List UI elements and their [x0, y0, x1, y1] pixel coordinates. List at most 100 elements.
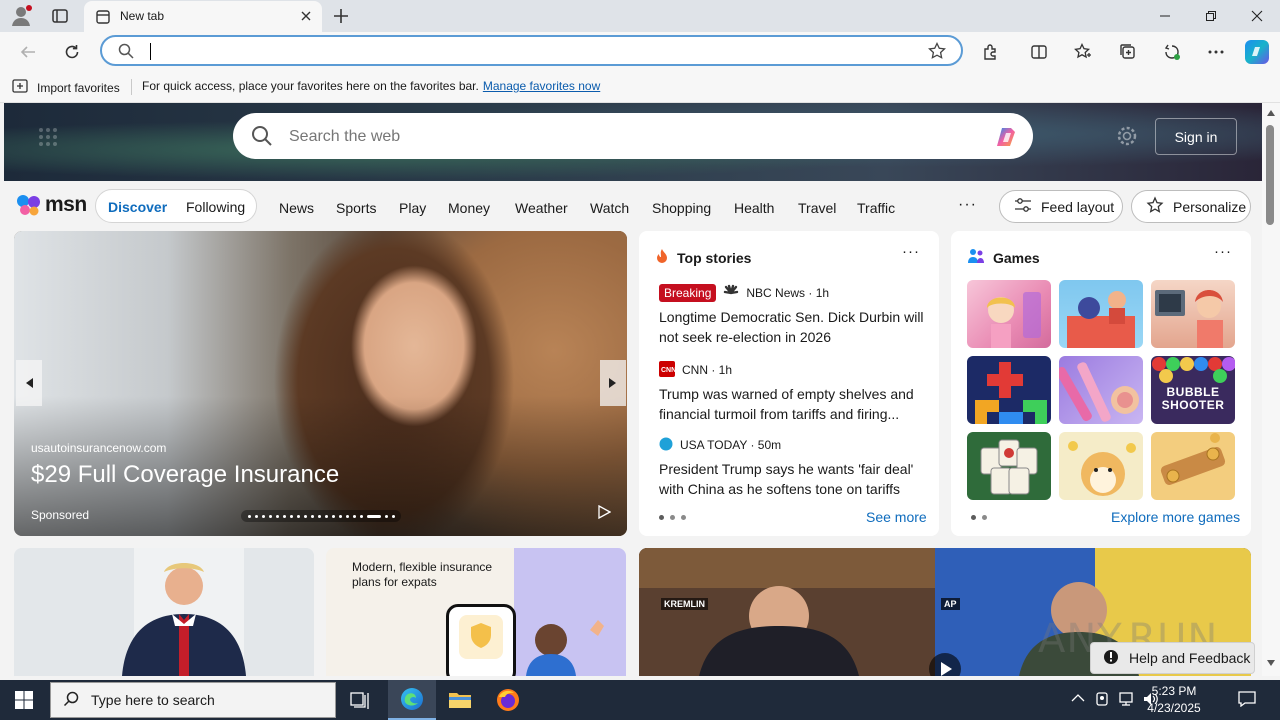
carousel-dot[interactable] [360, 514, 363, 518]
top-stories-pager[interactable] [659, 515, 686, 520]
carousel-dot[interactable] [385, 514, 388, 518]
browser-essentials-icon[interactable] [1158, 38, 1186, 66]
video-play-icon[interactable] [928, 652, 962, 676]
tab-actions-icon[interactable] [50, 6, 70, 26]
carousel-headline[interactable]: $29 Full Coverage Insurance [31, 461, 339, 489]
news-card-trump-image[interactable] [14, 548, 314, 676]
carousel-dot[interactable] [297, 514, 300, 518]
game-tile-doge[interactable] [1059, 432, 1143, 500]
game-tile-blocks[interactable] [967, 356, 1051, 424]
tab-discover[interactable]: Discover [108, 199, 167, 215]
web-search-box[interactable]: Search the web [233, 113, 1033, 159]
manage-favorites-link[interactable]: Manage favorites now [483, 79, 600, 93]
carousel-dot[interactable] [346, 514, 349, 518]
close-tab-icon[interactable] [298, 8, 314, 24]
carousel-pagination[interactable] [241, 510, 401, 522]
game-tile-hospital[interactable] [1151, 280, 1235, 348]
scroll-up-arrow-icon[interactable] [1266, 109, 1276, 117]
nav-more-button[interactable]: ··· [958, 196, 977, 214]
system-clock[interactable]: 5:23 PM 4/23/2025 [1138, 683, 1210, 717]
carousel-dot[interactable] [304, 514, 307, 518]
nav-item-shopping[interactable]: Shopping [652, 200, 711, 216]
close-window-button[interactable] [1234, 0, 1280, 32]
carousel-dot[interactable] [325, 514, 328, 518]
file-explorer-icon[interactable] [436, 680, 484, 720]
carousel-prev-button[interactable] [16, 360, 42, 406]
story-item[interactable]: Breaking NBC News · 1h Longtime Democrat… [659, 283, 929, 347]
story-headline[interactable]: Longtime Democratic Sen. Dick Durbin wil… [659, 307, 929, 347]
carousel-source[interactable]: usautoinsurancenow.com [31, 441, 166, 455]
tab-following[interactable]: Following [186, 199, 245, 215]
import-favorites-button[interactable]: Import favorites [12, 78, 120, 97]
game-tile-dressup[interactable] [967, 280, 1051, 348]
top-stories-more-button[interactable]: ··· [902, 243, 920, 260]
edge-taskbar-icon[interactable] [388, 680, 436, 720]
settings-menu-icon[interactable] [1202, 38, 1230, 66]
back-button[interactable] [14, 38, 42, 66]
story-headline[interactable]: President Trump says he wants 'fair deal… [659, 459, 929, 499]
meet-now-icon[interactable] [1096, 691, 1110, 710]
refresh-button[interactable] [58, 38, 86, 66]
carousel-dot[interactable] [367, 514, 381, 518]
restore-button[interactable] [1188, 0, 1234, 32]
feed-layout-button[interactable]: Feed layout [999, 190, 1123, 223]
carousel-dot[interactable] [269, 514, 272, 518]
ad-choices-icon[interactable] [597, 504, 612, 522]
profile-avatar-icon[interactable] [8, 3, 34, 29]
carousel-dot[interactable] [318, 514, 321, 518]
game-tile-bubble-shooter[interactable]: BUBBLE SHOOTER [1151, 356, 1235, 424]
start-button[interactable] [0, 680, 48, 720]
nav-item-money[interactable]: Money [448, 200, 490, 216]
explore-more-games-link[interactable]: Explore more games [1111, 509, 1240, 525]
favorite-star-icon[interactable] [928, 41, 946, 63]
extensions-icon[interactable] [977, 38, 1005, 66]
apps-grid-icon[interactable] [38, 127, 58, 147]
game-tile-wood-nuts[interactable] [1151, 432, 1235, 500]
carousel-dot[interactable] [339, 514, 342, 518]
personalize-button[interactable]: Personalize [1131, 190, 1251, 223]
split-screen-icon[interactable] [1025, 38, 1053, 66]
new-tab-button[interactable] [330, 5, 352, 27]
network-icon[interactable] [1118, 691, 1136, 710]
nav-item-watch[interactable]: Watch [590, 200, 629, 216]
carousel-dot[interactable] [248, 514, 251, 518]
copilot-search-icon[interactable] [991, 122, 1021, 152]
sign-in-button[interactable]: Sign in [1155, 118, 1237, 155]
show-hidden-icons-chevron-icon[interactable] [1071, 691, 1085, 706]
firefox-icon[interactable] [484, 680, 532, 720]
copilot-icon[interactable] [1243, 38, 1271, 66]
msn-logo[interactable]: msn [16, 193, 87, 217]
page-settings-gear-icon[interactable] [1116, 125, 1138, 147]
story-item[interactable]: CNN CNN · 1h Trump was warned of empty s… [659, 360, 929, 424]
carousel-dot[interactable] [332, 514, 335, 518]
address-bar[interactable] [100, 35, 963, 66]
carousel-next-button[interactable] [600, 360, 626, 406]
hero-carousel[interactable]: usautoinsurancenow.com $29 Full Coverage… [14, 231, 627, 536]
scroll-down-arrow-icon[interactable] [1266, 659, 1276, 667]
tab-new-tab[interactable]: New tab [84, 1, 322, 32]
nav-item-travel[interactable]: Travel [798, 200, 836, 216]
carousel-dot[interactable] [311, 514, 314, 518]
game-tile-mahjong[interactable] [967, 432, 1051, 500]
carousel-dot[interactable] [353, 514, 356, 518]
see-more-link[interactable]: See more [866, 509, 927, 525]
nav-item-play[interactable]: Play [399, 200, 426, 216]
carousel-dot[interactable] [392, 514, 395, 518]
carousel-dot[interactable] [290, 514, 293, 518]
carousel-dot[interactable] [255, 514, 258, 518]
nav-item-traffic[interactable]: Traffic [857, 200, 895, 216]
story-headline[interactable]: Trump was warned of empty shelves and fi… [659, 384, 929, 424]
carousel-dot[interactable] [262, 514, 265, 518]
carousel-dot[interactable] [276, 514, 279, 518]
ad-card-expat-insurance[interactable]: Modern, flexible insurance plans for exp… [326, 548, 626, 676]
game-tile-cafe[interactable] [1059, 280, 1143, 348]
game-tile-makeup[interactable] [1059, 356, 1143, 424]
page-scrollbar[interactable] [1262, 103, 1280, 676]
scrollbar-thumb[interactable] [1266, 125, 1274, 225]
help-feedback-button[interactable]: Help and Feedback [1090, 642, 1255, 674]
taskbar-search-box[interactable]: Type here to search [50, 682, 336, 718]
nav-item-news[interactable]: News [279, 200, 314, 216]
minimize-button[interactable] [1142, 0, 1188, 32]
games-more-button[interactable]: ··· [1214, 243, 1232, 260]
collections-icon[interactable] [1114, 38, 1142, 66]
